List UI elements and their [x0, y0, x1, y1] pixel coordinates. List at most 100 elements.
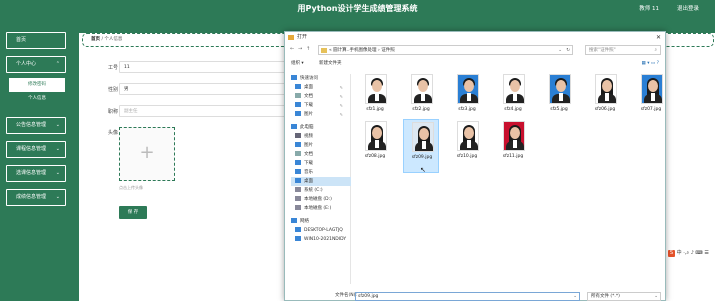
- breadcrumb-home[interactable]: 首页: [91, 37, 100, 42]
- file-item[interactable]: sfz11.jpg: [495, 119, 531, 173]
- file-name: sfz4.jpg: [504, 107, 522, 112]
- sidebar-item-label: 个人中心: [16, 61, 37, 67]
- computer-icon: [295, 227, 301, 232]
- file-item[interactable]: sfz06.jpg: [587, 72, 623, 126]
- nav-pane-item[interactable]: 音乐: [291, 168, 351, 177]
- nav-pane-item[interactable]: 视频: [291, 132, 351, 141]
- filename-input[interactable]: sfz09.jpg ⌄: [355, 292, 580, 301]
- desktop-icon: [295, 178, 301, 183]
- pin-icon: ✎: [339, 94, 343, 99]
- nav-pane-item[interactable]: DESKTOP-LAGTJQ: [291, 226, 351, 235]
- file-item[interactable]: sfz08.jpg: [357, 119, 393, 173]
- photo-thumbnail: [595, 74, 617, 104]
- ime-toolbar[interactable]: S 中 ·,⌕ ♪ ⌨ ☰: [666, 248, 714, 258]
- ime-tool-icons: ·,⌕ ♪ ⌨ ☰: [683, 250, 709, 256]
- close-icon[interactable]: ✕: [656, 32, 661, 43]
- nav-pane-item[interactable]: 系统 (C:): [291, 186, 351, 195]
- download-icon: [295, 160, 301, 165]
- file-item[interactable]: sfz2.jpg: [403, 72, 439, 126]
- nav-pane-item[interactable]: 桌面 ✎: [291, 83, 351, 92]
- search-input[interactable]: 搜索"证件照" ⌕: [585, 45, 661, 55]
- nav-pane-item[interactable]: 图片: [291, 141, 351, 150]
- title-field[interactable]: 副主任: [119, 105, 299, 117]
- header-scallop-border: [0, 18, 715, 28]
- forward-icon[interactable]: →: [298, 46, 302, 52]
- nav-pane-item[interactable]: WIN10-2021NDIDY: [291, 235, 351, 244]
- current-user[interactable]: 教师 11: [639, 4, 659, 12]
- id-label: 工号: [107, 65, 118, 71]
- file-item[interactable]: sfz07.jpg: [633, 72, 669, 126]
- download-icon: [295, 102, 301, 107]
- nav-pane-item[interactable]: 文档: [291, 150, 351, 159]
- photo-thumbnail: [365, 121, 387, 151]
- logout-link[interactable]: 退出登录: [677, 4, 699, 12]
- nav-pane-item[interactable]: 网络: [291, 217, 351, 226]
- file-item[interactable]: sfz09.jpg: [403, 119, 439, 173]
- sidebar-item-label: 课程信息管理: [16, 146, 47, 152]
- sidebar-item-personal-center[interactable]: 个人中心 ⌃: [6, 56, 66, 73]
- file-item[interactable]: sfz10.jpg: [449, 119, 485, 173]
- back-icon[interactable]: ←: [290, 46, 294, 52]
- address-bar[interactable]: « 圆计算..手机图像处理 › 证件照 ⌄ ↻: [318, 45, 573, 55]
- sidebar-item-personal-info[interactable]: 个人信息: [9, 92, 65, 106]
- nav-pane-item-label: 视频: [304, 134, 313, 139]
- id-field[interactable]: 11: [119, 61, 299, 73]
- plus-icon: +: [139, 142, 155, 163]
- avatar-upload[interactable]: +: [119, 127, 175, 181]
- file-name: sfz10.jpg: [456, 154, 478, 159]
- gender-select[interactable]: 男⌄: [119, 83, 299, 95]
- nav-pane-item-label: 文档: [304, 152, 313, 157]
- nav-pane-item-label: 图片: [304, 112, 313, 117]
- filetype-select[interactable]: 所有文件 (*.*) ⌄: [587, 292, 661, 301]
- nav-pane-item[interactable]: 此电脑: [291, 123, 351, 132]
- file-name: sfz2.jpg: [412, 107, 430, 112]
- ime-mode[interactable]: 中: [677, 250, 682, 256]
- nav-pane-item[interactable]: 文档 ✎: [291, 92, 351, 101]
- sidebar-item-course-selection[interactable]: 选课信息管理 ⌄: [6, 165, 66, 182]
- refresh-icon[interactable]: ↻: [566, 46, 570, 55]
- sidebar-item-notice[interactable]: 公告信息管理 ⌄: [6, 117, 66, 134]
- nav-pane-item-label: 此电脑: [300, 125, 314, 130]
- nav-pane-item[interactable]: 下载 ✎: [291, 101, 351, 110]
- nav-pane-item-label: 本地磁盘 (D:): [304, 197, 332, 202]
- file-item[interactable]: sfz1.jpg: [357, 72, 393, 126]
- sidebar-item-home[interactable]: 首页: [6, 32, 66, 49]
- nav-pane-item-label: 快速访问: [300, 76, 318, 81]
- search-icon: ⌕: [654, 48, 657, 53]
- file-item[interactable]: sfz3.jpg: [449, 72, 485, 126]
- view-options-icons[interactable]: ▦ ▾ ▭ ?: [642, 58, 659, 70]
- nav-pane-item[interactable]: 快速访问: [291, 74, 351, 83]
- file-name: sfz09.jpg: [411, 155, 433, 160]
- nav-pane-item[interactable]: 下载: [291, 159, 351, 168]
- nav-pane-item-label: WIN10-2021NDIDY: [304, 237, 347, 242]
- filename-value: sfz09.jpg: [358, 294, 379, 299]
- sidebar-item-grades[interactable]: 成绩信息管理 ⌄: [6, 189, 66, 206]
- photo-thumbnail: [412, 122, 434, 152]
- breadcrumb-current: 个人信息: [104, 37, 123, 42]
- drive-icon: [295, 196, 301, 201]
- nav-pane-item[interactable]: 本地磁盘 (E:): [291, 204, 351, 213]
- photo-thumbnail: [457, 121, 479, 151]
- file-name: sfz3.jpg: [458, 107, 476, 112]
- computer-icon: [291, 124, 297, 129]
- photo-thumbnail: [365, 74, 387, 104]
- nav-pane-item-label: 网络: [300, 219, 309, 224]
- file-name: sfz07.jpg: [640, 107, 662, 112]
- file-item[interactable]: sfz4.jpg: [495, 72, 531, 126]
- file-grid: sfz1.jpg sfz2.jpg sfz3.jpg sfz4.jpg sfz5.jpg…: [357, 72, 663, 277]
- new-folder-button[interactable]: 新建文件夹: [319, 58, 342, 70]
- save-button[interactable]: 保 存: [119, 206, 147, 219]
- filetype-value: 所有文件 (*.*): [591, 294, 620, 299]
- chevron-down-icon[interactable]: ⌄: [558, 46, 562, 55]
- file-item[interactable]: sfz5.jpg: [541, 72, 577, 126]
- chevron-down-icon[interactable]: ⌄: [573, 293, 577, 301]
- nav-pane-item[interactable]: 本地磁盘 (D:): [291, 195, 351, 204]
- nav-pane-item[interactable]: 桌面: [291, 177, 351, 186]
- nav-pane-item[interactable]: 图片 ✎: [291, 110, 351, 119]
- sidebar-item-course[interactable]: 课程信息管理 ⌄: [6, 141, 66, 158]
- file-name: sfz11.jpg: [502, 154, 524, 159]
- sidebar-item-change-password[interactable]: 修改密码: [9, 78, 65, 92]
- computer-icon: [295, 236, 301, 241]
- organize-button[interactable]: 组织 ▾: [291, 58, 304, 70]
- up-icon[interactable]: ↑: [306, 46, 310, 52]
